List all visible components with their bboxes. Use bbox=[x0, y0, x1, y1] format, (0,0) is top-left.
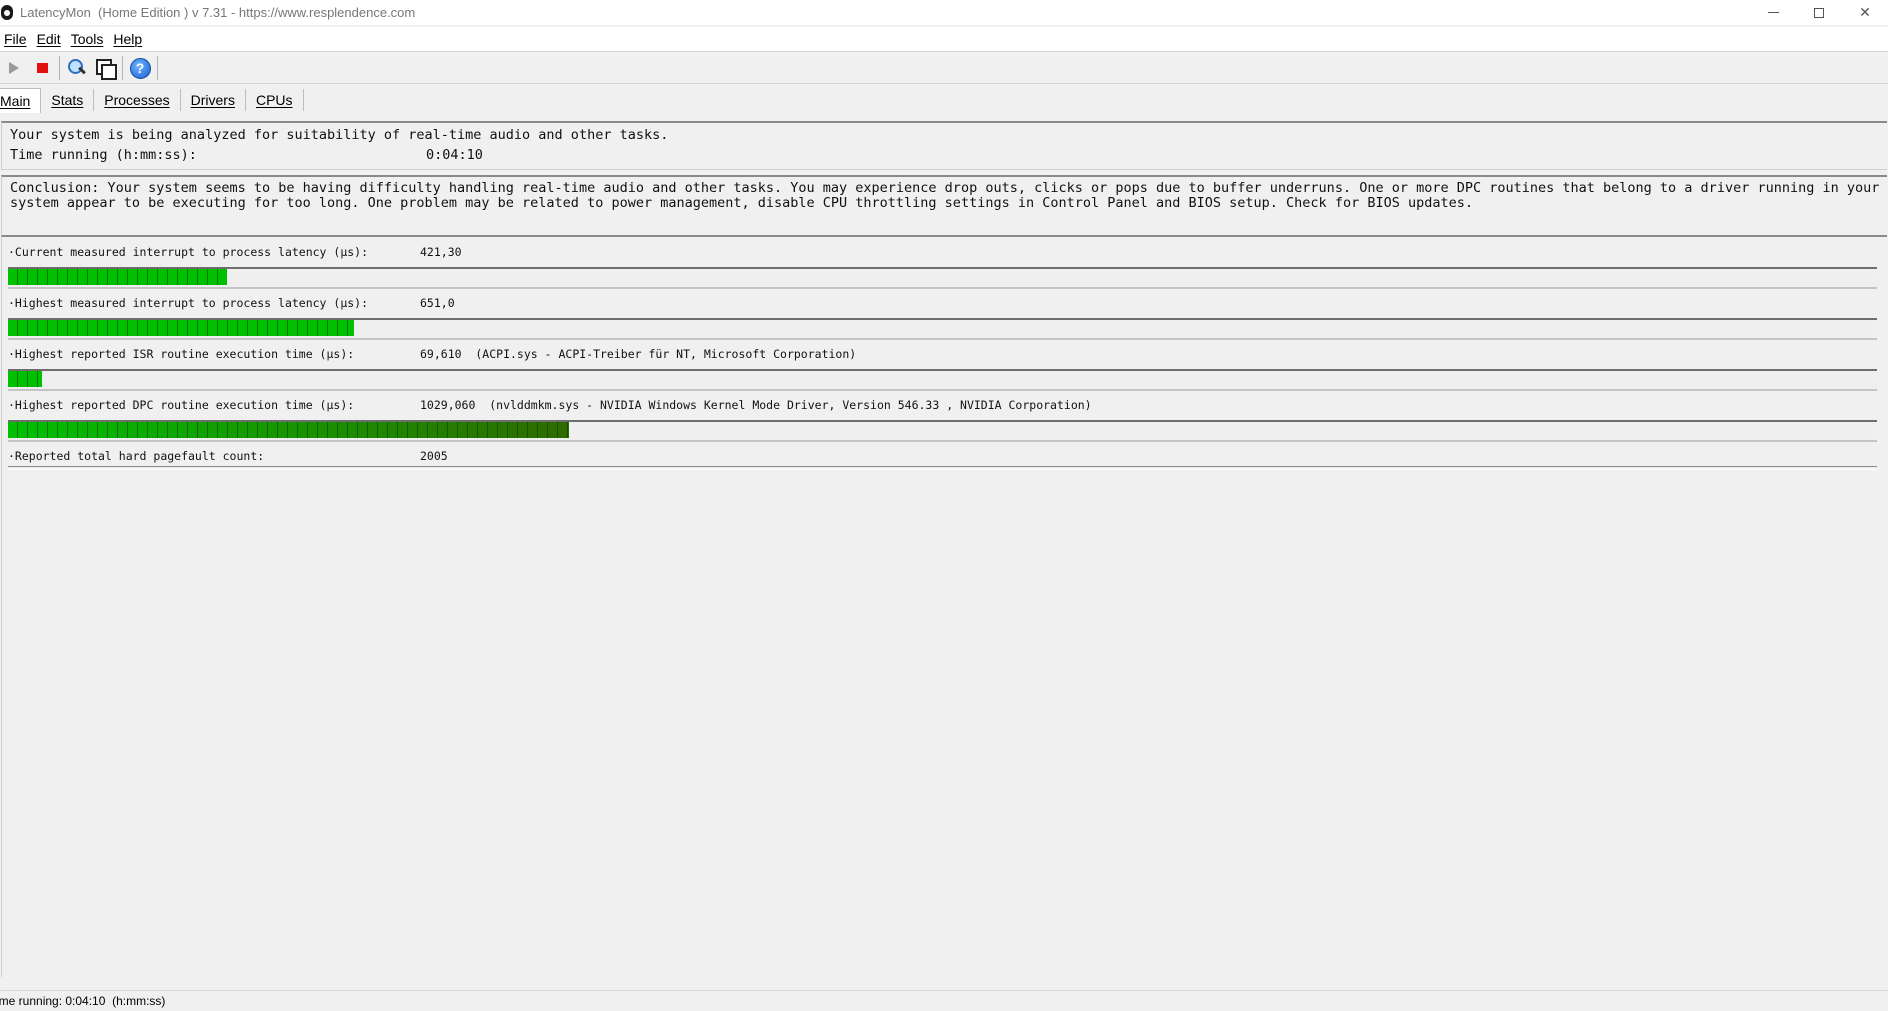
metric-bar-fill bbox=[8, 422, 569, 438]
metric-bar-fill bbox=[8, 320, 354, 336]
time-running-value: 0:04:10 bbox=[426, 147, 483, 163]
metric-bar bbox=[8, 369, 1877, 391]
status-bar: ime running: 0:04:10 (h:mm:ss) bbox=[0, 990, 1888, 1011]
metric-value: 69,610 (ACPI.sys - ACPI-Treiber für NT, … bbox=[420, 347, 857, 361]
minimize-button[interactable] bbox=[1750, 0, 1796, 25]
menu-edit[interactable]: Edit bbox=[37, 31, 61, 47]
toolbar-separator bbox=[59, 56, 60, 80]
tab-bar: Main Stats Processes Drivers CPUs bbox=[0, 87, 304, 113]
conclusion-text: Conclusion: Your system seems to be havi… bbox=[10, 180, 1880, 211]
metric-label: ·Reported total hard pagefault count: bbox=[8, 449, 265, 463]
menu-file[interactable]: File bbox=[4, 31, 27, 47]
tab-stats[interactable]: Stats bbox=[41, 89, 95, 111]
analysis-status-text: Your system is being analyzed for suitab… bbox=[10, 127, 669, 143]
metric-label: ·Highest reported DPC routine execution … bbox=[8, 398, 355, 412]
latencymon-app-icon bbox=[1, 5, 13, 20]
metric-pagefault-count: ·Reported total hard pagefault count: 20… bbox=[2, 449, 1887, 500]
close-icon: ✕ bbox=[1859, 4, 1871, 20]
metric-bar-fill bbox=[8, 269, 227, 285]
metric-value: 2005 bbox=[420, 449, 448, 463]
metric-divider bbox=[8, 466, 1877, 470]
windows-tool-icon bbox=[95, 58, 117, 80]
play-icon bbox=[9, 62, 19, 74]
status-text: ime running: 0:04:10 (h:mm:ss) bbox=[0, 994, 166, 1008]
metric-bar-fill bbox=[8, 371, 42, 387]
metrics-panel: ·Current measured interrupt to process l… bbox=[1, 235, 1887, 977]
close-button[interactable]: ✕ bbox=[1842, 0, 1888, 25]
windows-tool-button[interactable] bbox=[91, 55, 119, 81]
metric-bar bbox=[8, 420, 1877, 442]
window-title: LatencyMon (Home Edition ) v 7.31 - http… bbox=[20, 5, 416, 20]
analyze-tool-button[interactable] bbox=[63, 55, 91, 81]
analysis-info-panel: Your system is being analyzed for suitab… bbox=[1, 121, 1887, 170]
start-button[interactable] bbox=[0, 55, 28, 81]
toolbar: ? bbox=[0, 53, 1888, 84]
menu-tools[interactable]: Tools bbox=[71, 31, 104, 47]
metric-highest-isr: ·Highest reported ISR routine execution … bbox=[2, 347, 1887, 398]
metric-value: 1029,060 (nvlddmkm.sys - NVIDIA Windows … bbox=[420, 398, 1092, 412]
conclusion-panel: Conclusion: Your system seems to be havi… bbox=[1, 175, 1887, 236]
metric-bar bbox=[8, 267, 1877, 289]
toolbar-separator bbox=[157, 56, 158, 80]
maximize-icon bbox=[1814, 7, 1824, 18]
tab-processes[interactable]: Processes bbox=[94, 89, 181, 111]
window-controls: ✕ bbox=[1750, 0, 1888, 25]
title-bar: LatencyMon (Home Edition ) v 7.31 - http… bbox=[0, 0, 1888, 25]
tab-cpus[interactable]: CPUs bbox=[246, 89, 304, 111]
tab-drivers[interactable]: Drivers bbox=[181, 89, 246, 111]
analyze-tool-icon bbox=[67, 58, 87, 78]
help-button[interactable]: ? bbox=[126, 55, 154, 81]
metric-value: 421,30 bbox=[420, 245, 462, 259]
maximize-button[interactable] bbox=[1796, 0, 1842, 25]
stop-icon bbox=[36, 63, 48, 73]
stop-button[interactable] bbox=[28, 55, 56, 81]
minimize-icon bbox=[1767, 12, 1779, 13]
metric-label: ·Highest measured interrupt to process l… bbox=[8, 296, 369, 310]
metric-current-latency: ·Current measured interrupt to process l… bbox=[2, 245, 1887, 296]
metric-highest-latency: ·Highest measured interrupt to process l… bbox=[2, 296, 1887, 347]
metric-bar bbox=[8, 318, 1877, 340]
time-running-label: Time running (h:mm:ss): bbox=[10, 147, 197, 163]
metric-label: ·Highest reported ISR routine execution … bbox=[8, 347, 355, 361]
metric-highest-dpc: ·Highest reported DPC routine execution … bbox=[2, 398, 1887, 449]
metric-value: 651,0 bbox=[420, 296, 455, 310]
menu-help[interactable]: Help bbox=[113, 31, 142, 47]
tab-main[interactable]: Main bbox=[0, 87, 42, 113]
menu-bar: File Edit Tools Help bbox=[0, 27, 1888, 52]
toolbar-separator bbox=[122, 56, 123, 80]
help-icon: ? bbox=[129, 57, 151, 79]
metric-label: ·Current measured interrupt to process l… bbox=[8, 245, 369, 259]
